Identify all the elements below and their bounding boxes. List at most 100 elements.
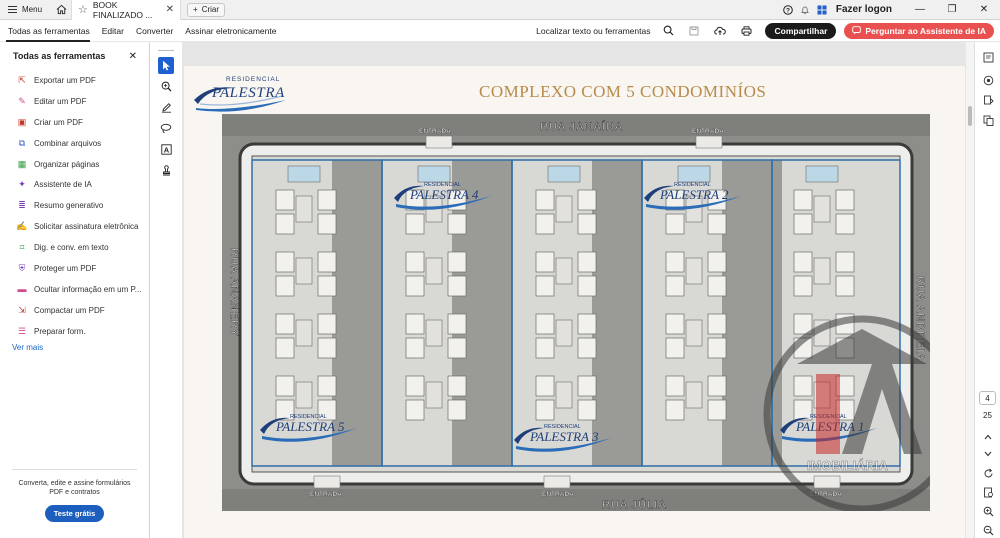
building-core [555, 381, 573, 409]
tab-all-tools[interactable]: Todas as ferramentas [0, 20, 96, 42]
home-button[interactable] [51, 0, 71, 20]
street-right: RUA ANDREIA [914, 276, 926, 361]
building-block [665, 275, 685, 297]
maximize-icon[interactable]: ❐ [936, 4, 968, 15]
tool-item[interactable]: ▬ Ocultar informação em um P... [0, 279, 149, 300]
tab-edit[interactable]: Editar [96, 20, 130, 42]
ai-assistant-icon: ✦ [18, 179, 26, 190]
create-pdf-icon: ▣ [17, 116, 27, 127]
zoom-in-icon[interactable] [981, 504, 995, 518]
close-panel-icon[interactable]: ✕ [129, 51, 137, 62]
entrance-label: ENTRADA [419, 128, 451, 135]
pool-area [805, 165, 839, 183]
find-text-button[interactable]: Localizar texto ou ferramentas [536, 26, 650, 36]
previous-page-icon[interactable] [981, 430, 995, 444]
help-icon[interactable]: ? [780, 4, 797, 15]
svg-text:?: ? [786, 7, 790, 14]
select-cursor-icon[interactable] [158, 57, 174, 74]
tab-convert[interactable]: Converter [130, 20, 179, 42]
tool-item[interactable]: ⌗ Dig. e conv. em texto [0, 237, 149, 258]
edit-pdf-icon: ✎ [18, 95, 26, 106]
scrollbar-thumb[interactable] [968, 106, 972, 126]
building-block [317, 375, 337, 397]
pages-panel-icon[interactable] [981, 93, 995, 107]
document-tab[interactable]: ☆ BOOK FINALIZADO ... ✕ [71, 0, 182, 20]
zoom-out-icon[interactable] [981, 523, 995, 537]
app-tab-bar: Menu ☆ BOOK FINALIZADO ... ✕ + Criar ? F… [0, 0, 1000, 20]
tool-item-label: Preparar form. [34, 326, 86, 336]
panel-title: Todas as ferramentas [13, 51, 106, 61]
print-icon[interactable] [735, 25, 757, 36]
street-top: RUA JANAÍNA [540, 120, 623, 133]
building-block [447, 399, 467, 421]
pool-area [417, 165, 451, 183]
zoom-tool-icon[interactable] [158, 78, 174, 95]
building-core [555, 257, 573, 285]
building-block [665, 213, 685, 235]
lasso-tool-icon[interactable] [158, 120, 174, 137]
free-trial-button[interactable]: Teste grátis [44, 505, 105, 522]
tool-item-label: Ocultar informação em um P... [34, 284, 142, 294]
search-icon[interactable] [657, 25, 679, 36]
rotate-icon[interactable] [981, 466, 995, 480]
page-number-box[interactable]: 4 [979, 391, 996, 405]
new-tab-button[interactable]: + Criar [187, 2, 226, 17]
tab-e-sign[interactable]: Assinar eletronicamente [179, 20, 282, 42]
tool-item[interactable]: ⧉ Combinar arquivos [0, 133, 149, 154]
tool-item[interactable]: ✦ Assistente de IA [0, 174, 149, 195]
star-icon[interactable]: ☆ [78, 3, 88, 16]
tool-item[interactable]: ⛨ Proteger um PDF [0, 258, 149, 279]
building-block [577, 375, 597, 397]
bookmark-panel-icon[interactable] [981, 73, 995, 87]
close-tab-icon[interactable]: ✕ [166, 4, 174, 15]
tool-item[interactable]: ⇱ Exportar um PDF [0, 70, 149, 91]
current-page[interactable]: 4 [979, 391, 996, 405]
building-core [685, 319, 703, 347]
combine-files-icon: ⧉ [18, 137, 26, 148]
see-more-link[interactable]: Ver mais [0, 343, 149, 352]
building-block [535, 337, 555, 359]
vertical-scrollbar[interactable] [966, 42, 974, 538]
tool-item[interactable]: ✎ Editar um PDF [0, 91, 149, 112]
tool-item[interactable]: ✍ Solicitar assinatura eletrônica [0, 216, 149, 237]
text-box-tool-icon[interactable]: A [158, 141, 174, 158]
fit-page-icon[interactable] [981, 485, 995, 499]
apps-grid-icon[interactable] [814, 5, 831, 15]
entrance-label: ENTRADA [692, 128, 724, 135]
tool-item[interactable]: ≣ Resumo generativo [0, 195, 149, 216]
tool-item[interactable]: ▦ Organizar páginas [0, 154, 149, 175]
building-block [317, 337, 337, 359]
minimize-icon[interactable]: — [904, 4, 936, 15]
tab-all-tools-label: Todas as ferramentas [8, 25, 90, 36]
building-block [835, 213, 855, 235]
menu-label: Menu [22, 5, 43, 14]
tool-item[interactable]: ▣ Criar um PDF [0, 112, 149, 133]
stamp-tool-icon[interactable] [158, 162, 174, 179]
document-title: COMPLEXO COM 5 CONDOMINÍOS [479, 82, 767, 101]
next-page-icon[interactable] [981, 447, 995, 461]
protect-pdf-icon: ⛨ [18, 262, 26, 273]
ai-assistant-button[interactable]: Perguntar ao Assistente de IA [844, 22, 994, 39]
attachments-panel-icon[interactable] [981, 113, 995, 127]
building-block [707, 275, 727, 297]
save-icon[interactable] [683, 26, 705, 36]
menu-button[interactable]: Menu [0, 0, 51, 20]
organize-pages-icon: ▦ [17, 158, 27, 169]
notifications-icon[interactable] [797, 5, 814, 15]
sign-in-button[interactable]: Fazer logon [836, 4, 892, 15]
building-block [577, 337, 597, 359]
tool-item[interactable]: ☰ Preparar form. [0, 321, 149, 342]
share-button[interactable]: Compartilhar [765, 22, 837, 39]
building-block [535, 251, 555, 273]
close-window-icon[interactable]: ✕ [968, 4, 1000, 15]
building-block [275, 189, 295, 211]
tool-item[interactable]: ⇲ Compactar um PDF [0, 300, 149, 321]
tab-e-sign-label: Assinar eletronicamente [185, 25, 277, 36]
pen-tool-icon[interactable] [158, 99, 174, 116]
document-viewport[interactable]: RESIDENCIAL PALESTRA COMPLEXO COM 5 COND… [182, 42, 966, 538]
tool-item-label: Organizar páginas [34, 159, 100, 169]
plus-icon: + [193, 5, 198, 14]
comment-panel-icon[interactable] [981, 50, 995, 64]
upload-cloud-icon[interactable] [709, 26, 731, 36]
tool-item-label: Editar um PDF [34, 96, 87, 106]
